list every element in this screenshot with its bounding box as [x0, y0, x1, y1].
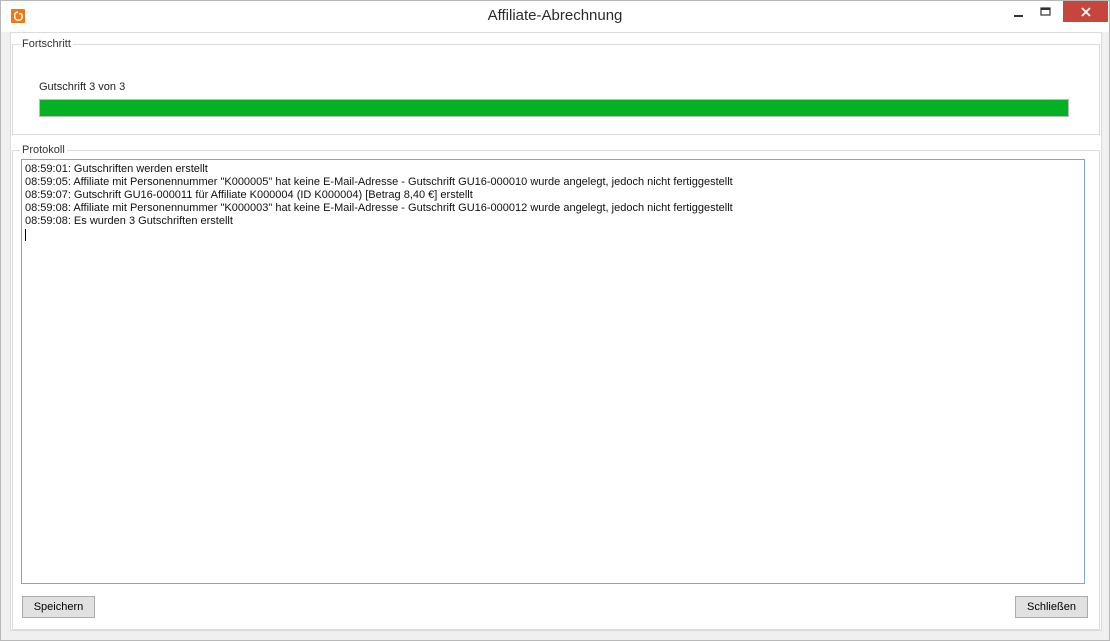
app-window: Affiliate-Abrechnung Fortschritt Gutschr…	[0, 0, 1110, 641]
window-title: Affiliate-Abrechnung	[487, 7, 623, 24]
progress-group-title: Fortschritt	[22, 38, 71, 50]
log-group-title: Protokoll	[22, 144, 65, 156]
log-line: 08:59:08: Es wurden 3 Gutschriften erste…	[25, 215, 233, 227]
save-button[interactable]: Speichern	[22, 596, 95, 618]
maximize-icon	[1040, 6, 1051, 16]
log-line: 08:59:01: Gutschriften werden erstellt	[25, 163, 208, 175]
log-line: 08:59:08: Affiliate mit Personennummer "…	[25, 202, 733, 214]
close-icon	[1080, 6, 1091, 17]
log-line: 08:59:05: Affiliate mit Personennummer "…	[25, 176, 733, 188]
text-caret	[25, 229, 26, 241]
title-bar[interactable]: Affiliate-Abrechnung	[1, 1, 1109, 32]
close-window-button[interactable]	[1063, 1, 1108, 22]
dialog-body: Fortschritt Gutschrift 3 von 3 Protokoll…	[10, 32, 1102, 631]
maximize-button[interactable]	[1031, 1, 1061, 22]
progress-bar-fill	[40, 100, 1068, 116]
minimize-button[interactable]	[1004, 1, 1034, 22]
close-button[interactable]: Schließen	[1015, 596, 1088, 618]
progress-label: Gutschrift 3 von 3	[39, 81, 126, 93]
progress-bar	[39, 99, 1069, 117]
progress-group: Fortschritt Gutschrift 3 von 3	[12, 38, 1100, 135]
log-textarea[interactable]: 08:59:01: Gutschriften werden erstellt 0…	[21, 159, 1085, 584]
log-line: 08:59:07: Gutschrift GU16-000011 für Aff…	[25, 189, 473, 201]
minimize-icon	[1014, 14, 1023, 17]
